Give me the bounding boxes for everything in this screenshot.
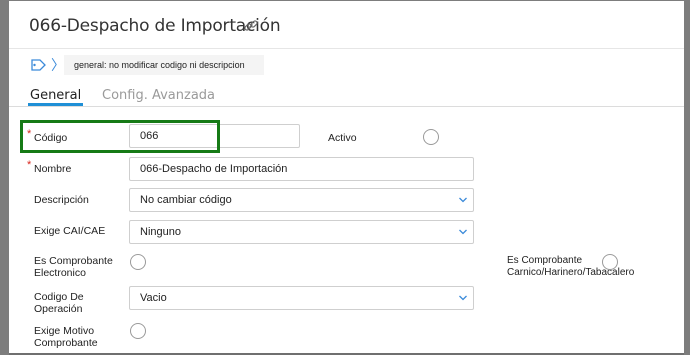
- header-divider: [9, 48, 684, 49]
- chevron-right-icon[interactable]: 〉: [51, 55, 65, 75]
- descripcion-select[interactable]: No cambiar código: [129, 188, 474, 212]
- required-marker: *: [27, 159, 32, 171]
- chevron-down-icon: [459, 229, 467, 235]
- chevron-down-icon: [459, 295, 467, 301]
- es-carnico-toggle[interactable]: [602, 254, 618, 270]
- codigo-operacion-label: Codigo De Operación: [34, 291, 84, 315]
- codigo-operacion-value: Vacio: [140, 292, 167, 304]
- chevron-down-icon: [459, 197, 467, 203]
- activo-toggle[interactable]: [423, 129, 439, 145]
- nombre-input[interactable]: 066-Despacho de Importación: [129, 157, 474, 181]
- descripcion-value: No cambiar código: [140, 194, 232, 206]
- exige-cai-label: Exige CAI/CAE: [34, 225, 106, 237]
- exige-cai-value: Ninguno: [140, 226, 181, 238]
- es-electronico-toggle[interactable]: [130, 254, 146, 270]
- exige-motivo-toggle[interactable]: [130, 323, 146, 339]
- tab-config-avanzada[interactable]: Config. Avanzada: [102, 88, 215, 103]
- codigo-highlight-box: [20, 120, 220, 153]
- es-carnico-label: Es Comprobante Carnico/Harinero/Tabacale…: [507, 255, 635, 278]
- note-label: general: no modificar codigo ni descripc…: [64, 55, 264, 75]
- descripcion-label: Descripción: [34, 194, 89, 206]
- exige-motivo-label: Exige Motivo Comprobante: [34, 325, 98, 349]
- tag-icon[interactable]: [30, 58, 46, 72]
- form-panel: 066-Despacho de Importación 〉 general: n…: [9, 1, 684, 355]
- nombre-label: Nombre: [34, 163, 72, 175]
- link-icon[interactable]: [242, 17, 260, 35]
- codigo-operacion-select[interactable]: Vacio: [129, 286, 474, 310]
- exige-cai-select[interactable]: Ninguno: [129, 220, 474, 244]
- activo-label: Activo: [328, 132, 357, 144]
- tabs-divider: [9, 106, 684, 107]
- es-electronico-label: Es Comprobante Electronico: [34, 255, 113, 279]
- tab-general[interactable]: General: [30, 88, 81, 103]
